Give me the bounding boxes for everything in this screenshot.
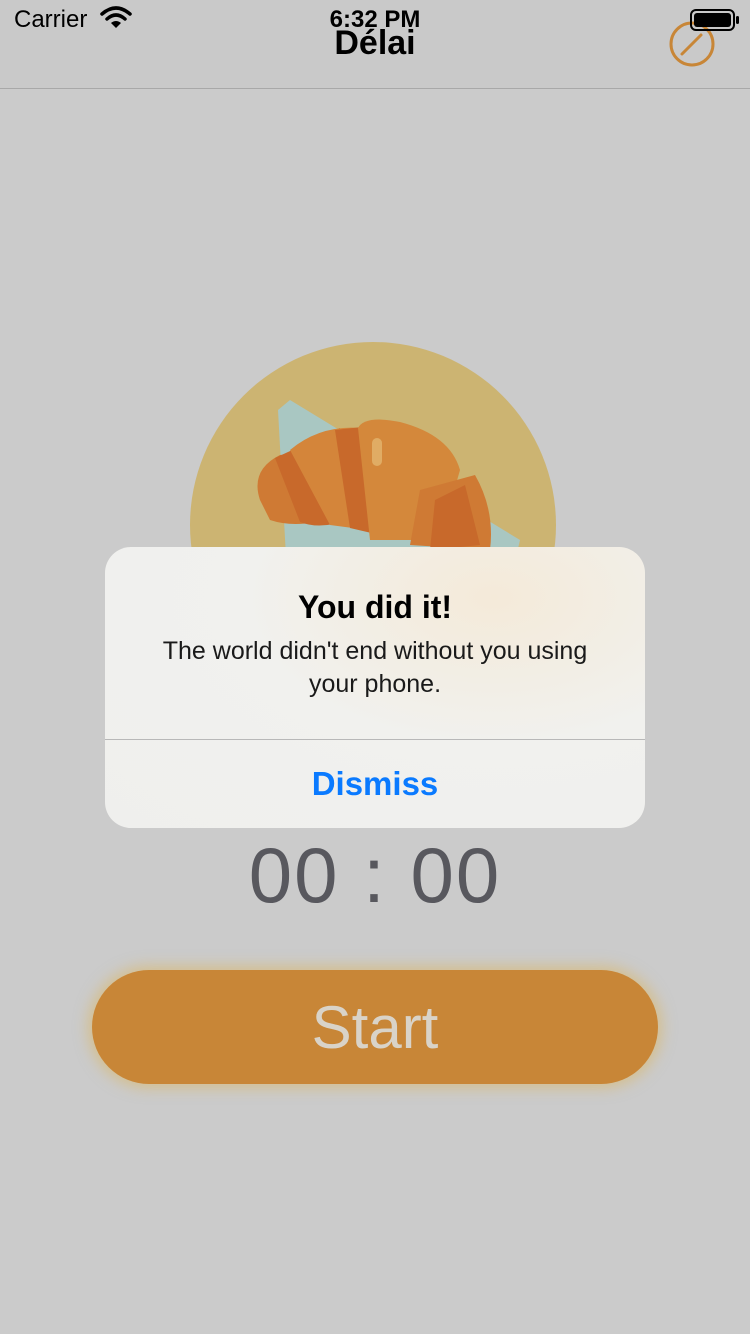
alert-message: The world didn't end without you using y…: [162, 637, 588, 698]
alert-dialog: You did it! The world didn't end without…: [105, 547, 645, 828]
timer-display: 00 : 00: [248, 831, 502, 919]
battery-icon: [690, 9, 739, 31]
status-time: 6:32 PM: [329, 6, 421, 33]
dismiss-button[interactable]: Dismiss: [105, 740, 645, 828]
alert-title: You did it!: [297, 589, 453, 625]
status-bar: Carrier 6:32 PM: [0, 0, 750, 40]
start-button[interactable]: Start: [92, 970, 658, 1084]
